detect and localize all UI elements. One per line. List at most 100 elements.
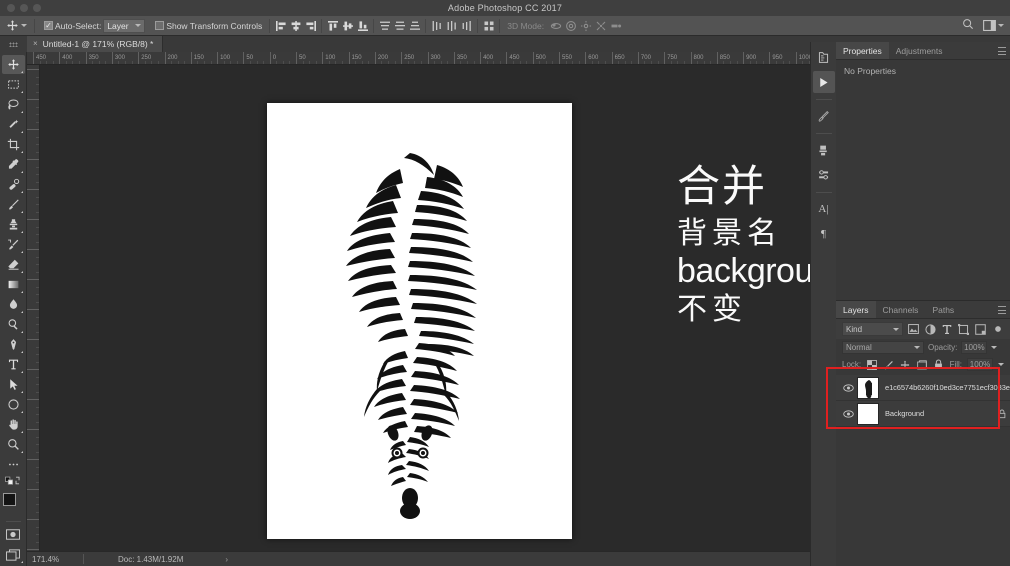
- distribute-horizontal-centers-icon[interactable]: [444, 18, 459, 33]
- character-panel-icon[interactable]: A|: [813, 198, 835, 220]
- path-selection-tool[interactable]: [2, 375, 25, 394]
- history-panel-icon[interactable]: [813, 46, 835, 68]
- zoom-button[interactable]: [33, 4, 41, 12]
- layer-name[interactable]: Background: [885, 409, 994, 418]
- distribute-right-edges-icon[interactable]: [459, 18, 474, 33]
- spot-healing-brush-tool[interactable]: [2, 175, 25, 194]
- chevron-down-icon[interactable]: [998, 363, 1005, 366]
- opacity-value[interactable]: 100%: [961, 341, 988, 354]
- eraser-tool[interactable]: [2, 255, 25, 274]
- close-button[interactable]: [7, 4, 15, 12]
- 3d-pan-icon[interactable]: [578, 18, 593, 33]
- layer-thumbnail[interactable]: [857, 376, 879, 399]
- show-transform-checkbox[interactable]: [155, 21, 165, 30]
- search-icon[interactable]: [962, 17, 974, 35]
- document-workspace[interactable]: 合并 背景名 background 不变: [40, 65, 810, 566]
- panel-menu-icon[interactable]: [998, 47, 1006, 55]
- adjustments-icon[interactable]: [813, 164, 835, 186]
- table-row[interactable]: e1c6574b6260f10ed3ce7751ecf3033e: [836, 375, 1010, 401]
- brush-settings-icon[interactable]: [813, 105, 835, 127]
- lock-transparent-pixels-icon[interactable]: [866, 358, 878, 371]
- table-row[interactable]: Background: [836, 401, 1010, 427]
- zoom-level[interactable]: 171.4%: [27, 555, 83, 564]
- filter-kind-dropdown[interactable]: Kind: [842, 322, 904, 336]
- panel-menu-icon[interactable]: [998, 306, 1006, 314]
- brush-tool[interactable]: [2, 195, 25, 214]
- align-grid-icon[interactable]: [481, 18, 496, 33]
- filter-toggle-icon[interactable]: [991, 323, 1004, 336]
- layer-thumbnail[interactable]: [857, 402, 879, 425]
- type-tool[interactable]: [2, 355, 25, 374]
- panel-grip-handle[interactable]: [0, 36, 27, 52]
- show-transform-group[interactable]: Show Transform Controls: [149, 21, 266, 31]
- filter-pixel-icon[interactable]: [907, 323, 920, 336]
- layer-visibility-toggle[interactable]: [839, 409, 857, 418]
- lock-image-pixels-icon[interactable]: [883, 358, 895, 371]
- lock-position-icon[interactable]: [900, 358, 912, 371]
- distribute-left-edges-icon[interactable]: [429, 18, 444, 33]
- paragraph-panel-icon[interactable]: ¶: [813, 223, 835, 245]
- tool-preset-chevron-icon[interactable]: [21, 24, 27, 27]
- fill-value[interactable]: 100%: [967, 358, 994, 371]
- tab-paths[interactable]: Paths: [925, 301, 961, 318]
- auto-select-dropdown[interactable]: Layer: [103, 18, 146, 33]
- lock-all-icon[interactable]: [933, 358, 945, 371]
- color-swatches[interactable]: [2, 492, 25, 516]
- quick-mask-mode[interactable]: [2, 525, 25, 544]
- pen-tool[interactable]: [2, 335, 25, 354]
- clone-source-icon[interactable]: [813, 139, 835, 161]
- workspace-switcher-icon[interactable]: [983, 20, 1004, 31]
- quick-selection-tool[interactable]: [2, 115, 25, 134]
- tab-properties[interactable]: Properties: [836, 42, 889, 59]
- document-canvas[interactable]: [267, 103, 572, 539]
- blur-tool[interactable]: [2, 295, 25, 314]
- align-bottom-edges-icon[interactable]: [355, 18, 370, 33]
- status-expand-arrow[interactable]: ›: [183, 555, 228, 564]
- document-tab[interactable]: × Untitled-1 @ 171% (RGB/8) *: [27, 36, 164, 52]
- history-brush-tool[interactable]: [2, 235, 25, 254]
- clone-stamp-tool[interactable]: [2, 215, 25, 234]
- rectangular-marquee-tool[interactable]: [2, 75, 25, 94]
- tab-layers[interactable]: Layers: [836, 301, 876, 318]
- 3d-slide-icon[interactable]: [593, 18, 608, 33]
- distribute-vertical-centers-icon[interactable]: [392, 18, 407, 33]
- 3d-scale-icon[interactable]: [608, 18, 623, 33]
- distribute-top-edges-icon[interactable]: [377, 18, 392, 33]
- lasso-tool[interactable]: [2, 95, 25, 114]
- dodge-tool[interactable]: [2, 315, 25, 334]
- ellipse-shape-tool[interactable]: [2, 395, 25, 414]
- tab-channels[interactable]: Channels: [876, 301, 926, 318]
- vertical-ruler[interactable]: [27, 65, 40, 566]
- close-icon[interactable]: ×: [33, 40, 38, 48]
- layer-name[interactable]: e1c6574b6260f10ed3ce7751ecf3033e: [885, 383, 1010, 392]
- minimize-button[interactable]: [20, 4, 28, 12]
- align-top-edges-icon[interactable]: [325, 18, 340, 33]
- chevron-down-icon[interactable]: [991, 346, 998, 349]
- tab-adjustments[interactable]: Adjustments: [889, 42, 950, 59]
- foreground-color-swatch[interactable]: [2, 493, 16, 506]
- distribute-bottom-edges-icon[interactable]: [407, 18, 422, 33]
- hand-tool[interactable]: [2, 415, 25, 434]
- lock-artboard-icon[interactable]: [916, 358, 928, 371]
- default-colors-swap[interactable]: [2, 475, 25, 488]
- align-vertical-centers-icon[interactable]: [340, 18, 355, 33]
- 3d-orbit-icon[interactable]: [548, 18, 563, 33]
- align-left-edges-icon[interactable]: [273, 18, 288, 33]
- auto-select-checkbox[interactable]: ✓: [44, 21, 53, 30]
- edit-toolbar-tool[interactable]: [2, 455, 25, 474]
- 3d-roll-icon[interactable]: [563, 18, 578, 33]
- filter-adjustment-icon[interactable]: [924, 323, 937, 336]
- align-right-edges-icon[interactable]: [303, 18, 318, 33]
- layer-visibility-toggle[interactable]: [839, 383, 857, 392]
- move-tool[interactable]: [1, 55, 25, 74]
- align-horizontal-centers-icon[interactable]: [288, 18, 303, 33]
- actions-play-icon[interactable]: [812, 71, 835, 93]
- auto-select-group[interactable]: ✓ Auto-Select: Layer: [38, 18, 149, 33]
- filter-shape-icon[interactable]: [958, 323, 971, 336]
- blend-mode-dropdown[interactable]: Normal: [842, 341, 924, 354]
- eyedropper-tool[interactable]: [2, 155, 25, 174]
- active-tool-indicator[interactable]: [0, 19, 31, 32]
- filter-type-icon[interactable]: [941, 323, 954, 336]
- window-controls[interactable]: [7, 0, 41, 16]
- zoom-tool[interactable]: [2, 435, 25, 454]
